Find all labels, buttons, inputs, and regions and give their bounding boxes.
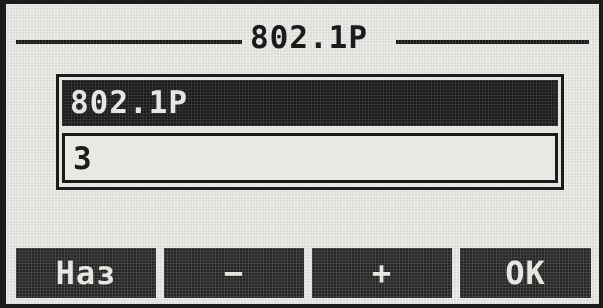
value-input[interactable]: 3 <box>62 133 558 183</box>
setting-listbox: 802.1P 3 <box>56 74 564 190</box>
selected-setting-row[interactable]: 802.1P <box>62 80 558 126</box>
title-rule-right <box>396 40 589 44</box>
lcd-screen: 802.1P 802.1P 3 Наз − + OK <box>6 4 599 304</box>
title-bar: 802.1P <box>16 20 589 56</box>
back-softkey[interactable]: Наз <box>16 248 156 298</box>
ok-softkey[interactable]: OK <box>460 248 591 298</box>
value-text: 3 <box>73 141 92 177</box>
increment-softkey[interactable]: + <box>312 248 452 298</box>
setting-label: 802.1P <box>70 85 188 121</box>
decrement-softkey[interactable]: − <box>164 248 304 298</box>
page-title: 802.1P <box>250 20 368 56</box>
softkey-bar: Наз − + OK <box>16 248 591 298</box>
title-rule-left <box>16 40 242 44</box>
phone-bezel: 802.1P 802.1P 3 Наз − + OK <box>0 0 603 308</box>
